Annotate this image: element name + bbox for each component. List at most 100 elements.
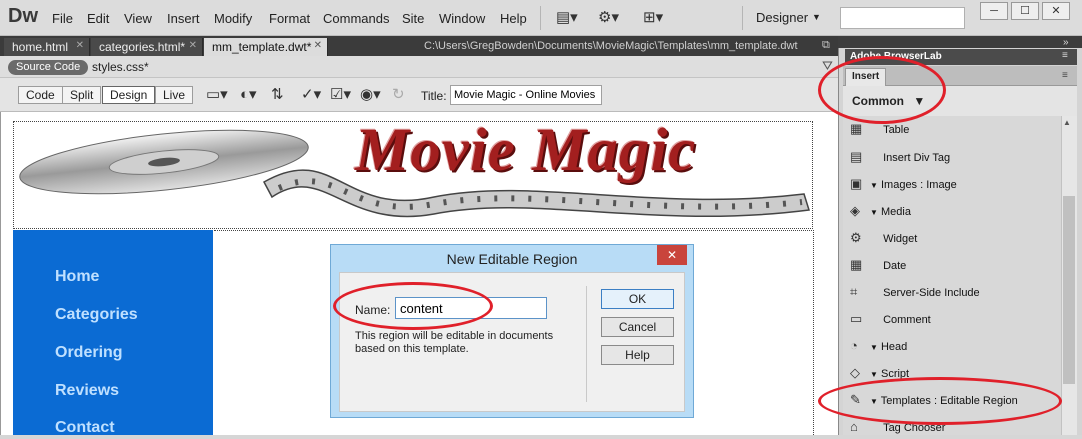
highlight-ellipse <box>333 282 493 330</box>
item-label: Media <box>880 206 911 218</box>
panel-menu-icon[interactable]: ≡ <box>1062 50 1068 61</box>
design-view-button[interactable]: Design <box>102 86 156 104</box>
menu-modify[interactable]: Modify <box>214 11 252 26</box>
script-icon: ◇ <box>850 365 860 380</box>
tab-home-html[interactable]: home.html ✕ <box>4 38 90 56</box>
site-structure-icon[interactable]: ⊞▾ <box>643 8 663 26</box>
item-label: Head <box>880 341 908 353</box>
document-title-input[interactable] <box>450 85 602 105</box>
panel-menu-icon[interactable]: ≡ <box>1062 70 1068 81</box>
document-path: C:\Users\GregBowden\Documents\MovieMagic… <box>424 40 798 52</box>
item-label: Insert Div Tag <box>883 152 951 164</box>
workspace-switcher[interactable]: Designer <box>756 10 808 25</box>
chevron-down-icon: ▼ <box>870 208 878 217</box>
code-view-button[interactable]: Code <box>18 86 63 104</box>
chevron-down-icon: ▼ <box>870 370 878 379</box>
menu-insert[interactable]: Insert <box>167 11 200 26</box>
source-code-button[interactable]: Source Code <box>8 60 89 75</box>
title-label: Title: <box>421 89 447 103</box>
insert-item-image[interactable]: ▣ ▼ Images : Image <box>850 176 957 196</box>
item-label: Server-Side Include <box>883 287 980 299</box>
site-logo-text: Movie Magic <box>355 117 697 184</box>
media-icon: ◈ <box>850 203 860 218</box>
cancel-button[interactable]: Cancel <box>601 317 674 337</box>
insert-item-table[interactable]: ▦ Table <box>850 121 909 141</box>
live-view-button[interactable]: Live <box>155 86 194 104</box>
ok-button[interactable]: OK <box>601 289 674 309</box>
insert-item-widget[interactable]: ⚙ Widget <box>850 230 917 250</box>
file-management-icon[interactable]: ⇅ <box>271 85 284 103</box>
head-icon: ◔ <box>850 338 858 353</box>
expand-panels-icon[interactable]: » <box>1063 37 1069 48</box>
chevron-down-icon: ▼ <box>870 343 878 352</box>
check-compatibility-icon[interactable]: ☑▾ <box>330 85 351 103</box>
menu-window[interactable]: Window <box>439 11 485 26</box>
dialog-close-button[interactable]: ✕ <box>657 245 687 265</box>
highlight-ellipse <box>818 56 946 124</box>
insert-item-ssi[interactable]: ⌗ Server-Side Include <box>850 284 980 304</box>
scroll-up-icon[interactable]: ▲ <box>1063 118 1071 127</box>
div-icon: ▤ <box>850 149 863 164</box>
menu-help[interactable]: Help <box>500 11 527 26</box>
nav-sidebar <box>13 230 213 435</box>
highlight-ellipse <box>818 377 1062 425</box>
layout-icon[interactable]: ▤▾ <box>556 8 578 26</box>
restore-icon[interactable]: ⧉ <box>822 39 830 52</box>
menu-edit[interactable]: Edit <box>87 11 109 26</box>
minimize-button[interactable]: ─ <box>980 2 1008 20</box>
panel-collapse-strip[interactable] <box>838 36 1082 48</box>
dialog-title: New Editable Region <box>446 251 578 267</box>
chevron-down-icon[interactable]: ▼ <box>812 12 821 22</box>
tab-label: mm_template.dwt* <box>212 40 312 54</box>
comment-icon: ▭ <box>850 311 863 326</box>
dreamweaver-logo: Dw <box>8 5 38 27</box>
help-search-input[interactable] <box>840 7 965 29</box>
item-label: Images : Image <box>880 179 957 191</box>
preview-browser-icon[interactable]: ◐▾ <box>240 85 257 103</box>
date-icon: ▦ <box>850 257 863 272</box>
help-button[interactable]: Help <box>601 345 674 365</box>
tab-mm-template[interactable]: mm_template.dwt* ✕ <box>204 38 328 56</box>
nav-link-contact[interactable]: Contact <box>55 419 115 437</box>
nav-link-categories[interactable]: Categories <box>55 306 138 324</box>
nav-link-home[interactable]: Home <box>55 268 99 286</box>
w3c-validation-icon[interactable]: ✓▾ <box>301 85 321 103</box>
item-label: Comment <box>883 314 931 326</box>
split-view-button[interactable]: Split <box>62 86 102 104</box>
menu-separator <box>742 6 743 30</box>
widget-icon: ⚙ <box>850 230 862 245</box>
tab-label: home.html <box>12 40 69 54</box>
close-icon[interactable]: ✕ <box>314 40 322 51</box>
nav-link-ordering[interactable]: Ordering <box>55 344 123 362</box>
close-icon[interactable]: ✕ <box>76 40 84 51</box>
tab-categories-html[interactable]: categories.html* ✕ <box>91 38 203 56</box>
multiscreen-icon[interactable]: ▭▾ <box>206 85 228 103</box>
item-label: Widget <box>883 233 918 245</box>
close-icon[interactable]: ✕ <box>189 40 197 51</box>
gear-icon[interactable]: ⚙▾ <box>598 8 619 26</box>
insert-item-comment[interactable]: ▭ Comment <box>850 311 931 331</box>
related-file-styles[interactable]: styles.css* <box>92 60 149 74</box>
dialog-note: This region will be editable in document… <box>355 330 554 355</box>
menu-file[interactable]: File <box>52 11 73 26</box>
menu-commands[interactable]: Commands <box>323 11 389 26</box>
scrollbar-thumb[interactable] <box>1063 196 1075 384</box>
insert-item-div-tag[interactable]: ▤ Insert Div Tag <box>850 149 950 169</box>
visual-aids-icon[interactable]: ◉▾ <box>360 85 381 103</box>
close-window-button[interactable]: ✕ <box>1042 2 1070 20</box>
menu-separator <box>540 6 541 30</box>
nav-link-reviews[interactable]: Reviews <box>55 382 119 400</box>
item-label: Table <box>883 124 910 136</box>
maximize-button[interactable]: ☐ <box>1011 2 1039 20</box>
insert-item-date[interactable]: ▦ Date <box>850 257 906 277</box>
refresh-icon[interactable]: ↻ <box>392 85 405 103</box>
menu-view[interactable]: View <box>124 11 152 26</box>
menu-site[interactable]: Site <box>402 11 424 26</box>
insert-item-media[interactable]: ◈ ▼ Media <box>850 203 911 223</box>
tab-label: categories.html* <box>99 40 186 54</box>
tag-chooser-icon: ⌂ <box>850 419 858 434</box>
image-icon: ▣ <box>850 176 863 191</box>
insert-item-head[interactable]: ◔ ▼ Head <box>850 338 907 358</box>
menu-format[interactable]: Format <box>269 11 310 26</box>
table-icon: ▦ <box>850 121 863 136</box>
